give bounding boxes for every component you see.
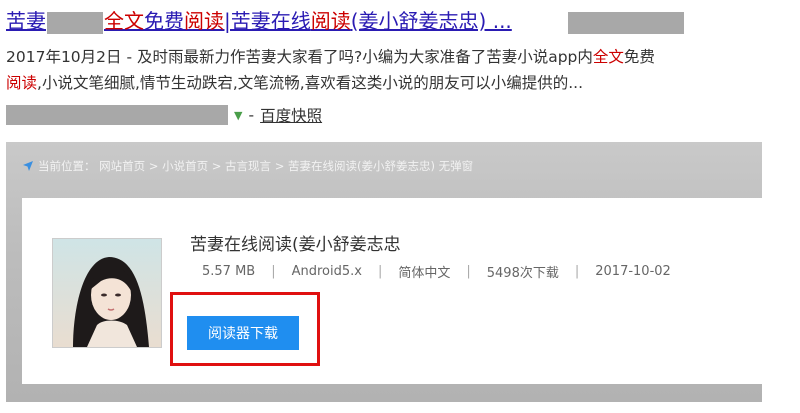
language: 简体中文 xyxy=(398,266,451,281)
release-date: 2017-10-02 xyxy=(595,264,671,279)
title-highlight: 全文 xyxy=(104,9,144,33)
title-highlight: 阅读 xyxy=(310,9,351,33)
snippet-text: 免费 xyxy=(623,48,655,66)
title-part2: 免费 xyxy=(144,9,184,33)
app-card: 苦妻在线阅读(姜小舒姜志忠 xyxy=(22,198,762,384)
snippet-highlight: 全文 xyxy=(592,48,624,66)
meta-divider: | xyxy=(574,264,580,279)
app-meta: 5.57 MB | Android5.x | 简体中文 | 5498次下载 | … xyxy=(202,262,671,281)
platform: Android5.x xyxy=(291,264,362,279)
title-part1: 苦妻 xyxy=(6,9,46,33)
snippet-text: - 及时雨最新力作苦妻大家看了吗?小编为大家准备了苦妻小说app内 xyxy=(121,48,593,66)
redacted-block xyxy=(47,11,103,34)
title-part4: (姜小舒姜志忠) ... xyxy=(350,9,512,33)
snippet-date: 2017年10月2日 xyxy=(6,48,122,66)
dropdown-arrow-icon[interactable]: ▼ xyxy=(234,109,242,122)
result-url-line: ▼ - 百度快照 xyxy=(6,104,322,126)
snippet-text: ,小说文笔细腻,情节生动跌宕,文笔流畅,喜欢看这类小说的朋友可以小编提供的... xyxy=(37,74,584,92)
title-part3: |苦妻在线 xyxy=(224,9,311,33)
location-arrow-icon xyxy=(23,161,33,171)
redacted-block xyxy=(568,12,684,34)
meta-divider: | xyxy=(377,264,383,279)
snapshot-link[interactable]: 百度快照 xyxy=(260,104,322,126)
breadcrumb-text: 当前位置： 网站首页 > 小说首页 > 古言现言 > 苦妻在线阅读(姜小舒姜志忠… xyxy=(38,159,474,173)
title-highlight: 阅读 xyxy=(184,9,224,33)
reader-download-button[interactable]: 阅读器下载 xyxy=(187,316,299,350)
meta-divider: | xyxy=(466,264,471,279)
book-cover-image xyxy=(52,238,162,348)
snippet-highlight: 阅读 xyxy=(6,74,38,92)
snapshot-separator: - xyxy=(248,106,255,124)
redacted-url xyxy=(6,105,228,125)
result-snippet: 2017年10月2日 - 及时雨最新力作苦妻大家看了吗?小编为大家准备了苦妻小说… xyxy=(6,44,786,96)
meta-divider: | xyxy=(271,264,276,279)
result-title-link[interactable]: 苦妻 全文免费阅读|苦妻在线阅读(姜小舒姜志忠) ... xyxy=(6,8,512,34)
download-count: 5498次下载 xyxy=(486,266,559,281)
app-title: 苦妻在线阅读(姜小舒姜志忠 xyxy=(190,235,401,255)
breadcrumb: 当前位置： 网站首页 > 小说首页 > 古言现言 > 苦妻在线阅读(姜小舒姜志忠… xyxy=(22,158,473,174)
file-size: 5.57 MB xyxy=(202,264,256,279)
